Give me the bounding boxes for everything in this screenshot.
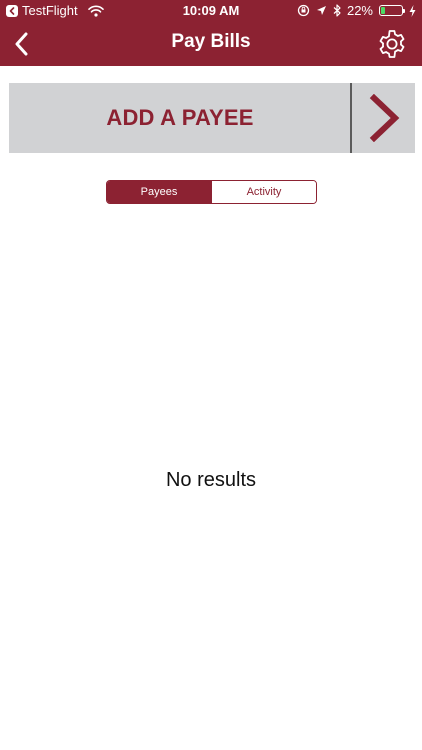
payees-activity-segmented-control: Payees Activity [106,180,317,204]
back-to-app[interactable]: TestFlight [6,3,104,18]
bluetooth-icon [333,4,341,17]
settings-button[interactable] [374,26,410,62]
page-title: Pay Bills [171,31,251,52]
chevron-left-icon [14,32,30,56]
app-header: TestFlight 10:09 AM 22% Pay Bills [0,0,422,66]
wifi-icon [87,5,104,17]
back-app-label: TestFlight [22,3,78,18]
back-button[interactable] [6,28,38,60]
battery-percent: 22% [346,3,373,18]
chevron-right-icon [367,94,401,142]
tab-activity[interactable]: Activity [211,181,316,203]
gear-icon [376,28,408,60]
charging-icon [409,4,416,17]
add-payee-label: ADD A PAYEE [106,105,254,130]
status-bar: TestFlight 10:09 AM 22% [0,0,422,22]
battery-level [381,7,385,14]
empty-state-message: No results [165,469,257,491]
add-payee-chevron[interactable] [352,83,415,153]
lock-rotation-icon [297,4,310,17]
location-arrow-icon [316,5,327,16]
add-payee-button[interactable]: ADD A PAYEE [9,83,415,153]
nav-bar: Pay Bills [0,22,422,66]
battery-icon [379,5,405,16]
tab-payees[interactable]: Payees [107,181,211,203]
back-to-app-icon [6,4,18,17]
